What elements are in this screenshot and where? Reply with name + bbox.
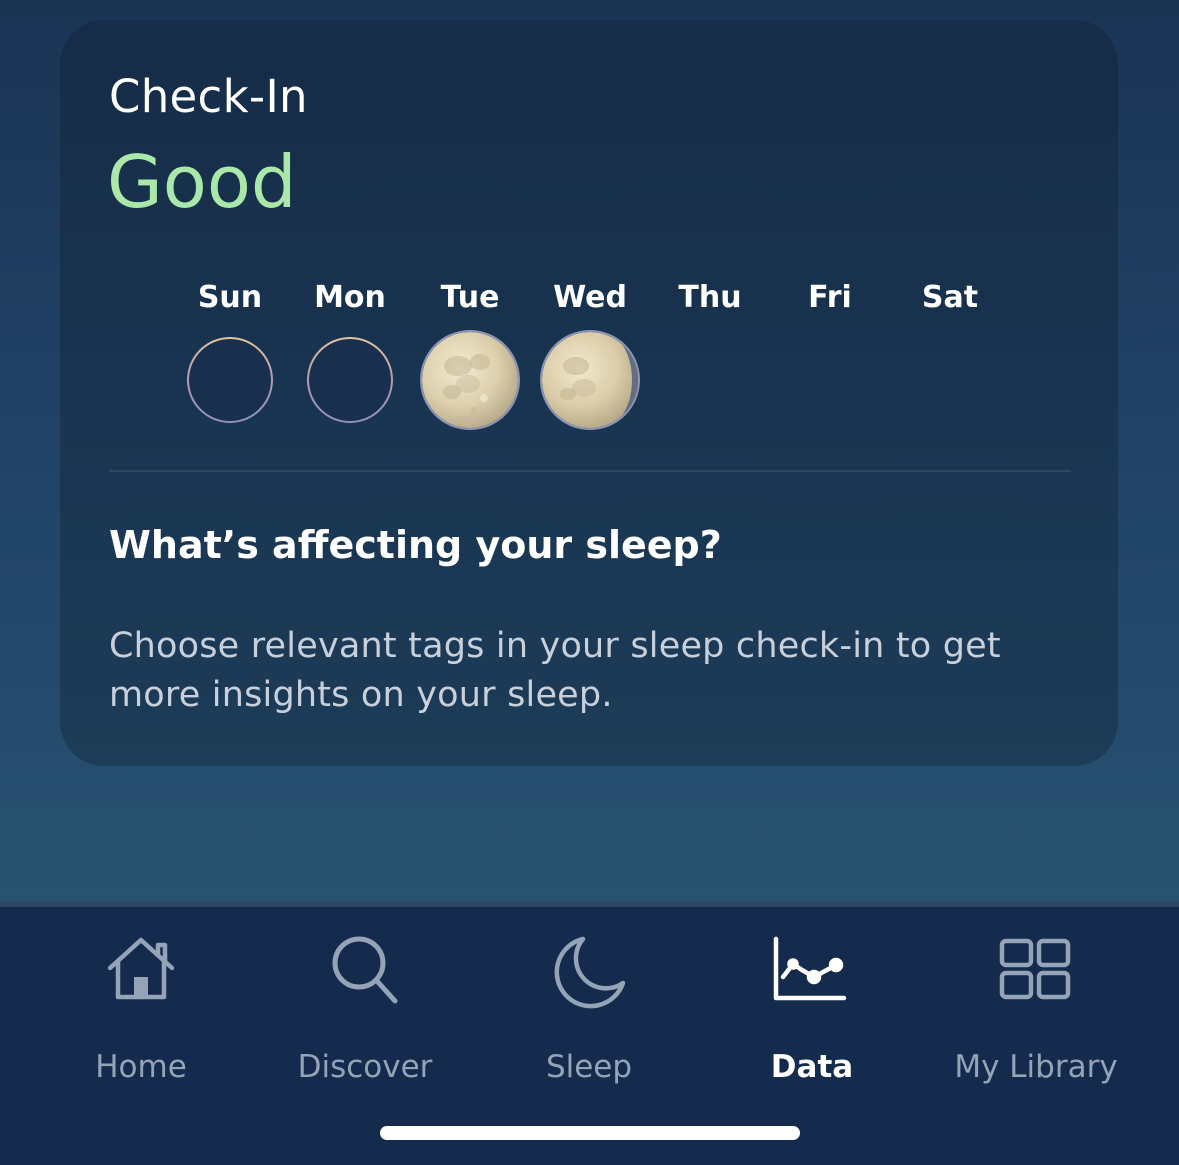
empty-day-ring-icon: [187, 337, 273, 423]
day-mon[interactable]: Mon: [290, 280, 410, 450]
tab-label: Sleep: [545, 1049, 633, 1085]
day-tue[interactable]: Tue: [410, 280, 530, 450]
tab-home[interactable]: Home: [31, 931, 251, 1085]
tab-discover[interactable]: Discover: [255, 931, 475, 1085]
search-icon: [325, 931, 405, 1011]
day-thu[interactable]: Thu: [650, 280, 770, 450]
chart-icon: [772, 931, 852, 1011]
card-divider: [109, 470, 1071, 472]
moon-icon: [549, 931, 629, 1011]
card-title: Check-In: [109, 70, 308, 123]
day-sun[interactable]: Sun: [170, 280, 290, 450]
tab-label: My Library: [954, 1049, 1118, 1085]
insights-helper-text: Choose relevant tags in your sleep check…: [109, 626, 1001, 715]
day-label: Sun: [197, 280, 263, 315]
tab-sleep[interactable]: Sleep: [479, 931, 699, 1085]
home-icon: [101, 931, 181, 1011]
full-moon-icon: [422, 332, 518, 428]
day-label: Fri: [808, 280, 852, 315]
tab-label: Data: [770, 1049, 854, 1085]
tab-label: Discover: [297, 1049, 433, 1085]
day-sat[interactable]: Sat: [890, 280, 1010, 450]
insights-question: What’s affecting your sleep?: [109, 523, 722, 567]
empty-day-ring-icon: [307, 337, 393, 423]
grid-icon: [996, 931, 1076, 1011]
checkin-status: Good: [107, 140, 297, 224]
day-fri[interactable]: Fri: [770, 280, 890, 450]
day-label: Sat: [921, 280, 979, 315]
day-wed[interactable]: Wed: [530, 280, 650, 450]
tab-my-library[interactable]: My Library: [926, 931, 1146, 1085]
checkin-card[interactable]: Check-In Good Sun Mon Tue Wed Thu Fri Sa…: [60, 20, 1118, 766]
home-indicator[interactable]: [380, 1126, 800, 1140]
day-label: Thu: [678, 280, 742, 315]
gibbous-moon-icon: [542, 332, 638, 428]
tab-label: Home: [95, 1049, 187, 1085]
week-tracker: Sun Mon Tue Wed Thu Fri Sat: [170, 280, 1020, 450]
day-label: Tue: [440, 280, 500, 315]
day-label: Wed: [553, 280, 627, 315]
tab-data[interactable]: Data: [702, 931, 922, 1085]
day-label: Mon: [314, 280, 386, 315]
